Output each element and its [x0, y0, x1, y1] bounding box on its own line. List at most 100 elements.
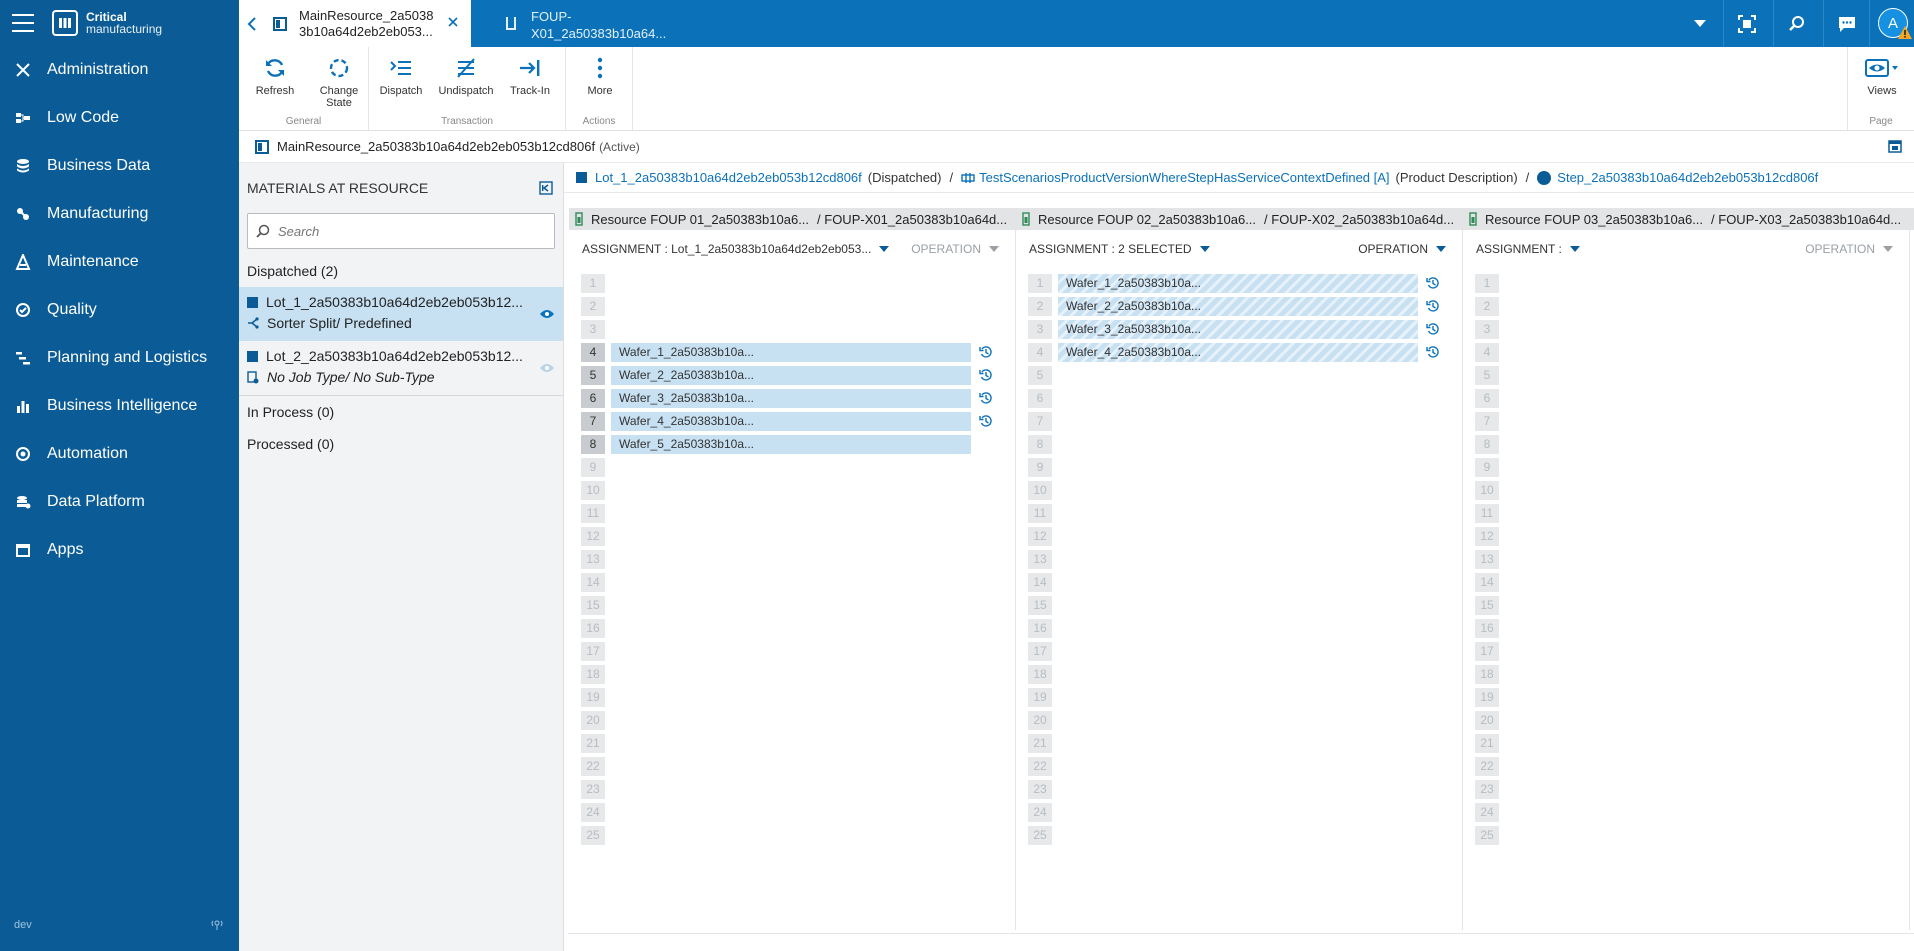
slot-number[interactable]: 21: [1028, 734, 1052, 753]
slot-number[interactable]: 18: [581, 665, 605, 684]
wafer-slot[interactable]: Wafer_1_2a50383b10a...: [1058, 274, 1418, 293]
history-icon[interactable]: [979, 368, 993, 382]
slot-number[interactable]: 17: [1028, 642, 1052, 661]
wafer-slot[interactable]: Wafer_2_2a50383b10a...: [1058, 297, 1418, 316]
slot-number[interactable]: 5: [1475, 366, 1499, 385]
operation-dropdown[interactable]: OPERATION: [1805, 242, 1893, 256]
slot-number[interactable]: 5: [1028, 366, 1052, 385]
slot-number[interactable]: 22: [1028, 757, 1052, 776]
slot-number[interactable]: 20: [1475, 711, 1499, 730]
wafer-slot[interactable]: Wafer_3_2a50383b10a...: [1058, 320, 1418, 339]
barcode-scanner-icon[interactable]: [1735, 12, 1759, 36]
wafer-slot[interactable]: Wafer_4_2a50383b10a...: [611, 412, 971, 431]
slot-number[interactable]: 6: [1475, 389, 1499, 408]
panel-layout-icon[interactable]: [1888, 140, 1902, 153]
slot-number[interactable]: 4: [1028, 343, 1052, 362]
slot-number[interactable]: 10: [581, 481, 605, 500]
sidebar-item-apps[interactable]: Apps: [0, 526, 239, 574]
history-icon[interactable]: [979, 391, 993, 405]
search-input[interactable]: [278, 223, 538, 239]
history-icon[interactable]: [1426, 276, 1440, 290]
slot-number[interactable]: 2: [581, 297, 605, 316]
slot-number[interactable]: 23: [1475, 780, 1499, 799]
wafer-slot[interactable]: Wafer_5_2a50383b10a...: [611, 435, 971, 454]
chat-icon[interactable]: [1835, 12, 1859, 36]
slot-number[interactable]: 18: [1475, 665, 1499, 684]
slot-number[interactable]: 21: [1475, 734, 1499, 753]
sidebar-item-manufacturing[interactable]: Manufacturing: [0, 190, 239, 238]
slot-number[interactable]: 24: [581, 803, 605, 822]
slot-number[interactable]: 17: [581, 642, 605, 661]
tab-main-resource[interactable]: MainResource_2a50383b10a64d2eb2eb053...: [239, 0, 471, 47]
slot-number[interactable]: 15: [581, 596, 605, 615]
slot-number[interactable]: 21: [581, 734, 605, 753]
eye-icon[interactable]: [539, 363, 555, 373]
resource-header[interactable]: Resource FOUP 02_2a50383b10a6... / FOUP-…: [1016, 208, 1463, 230]
slot-number[interactable]: 7: [1028, 412, 1052, 431]
dispatch-button[interactable]: Dispatch: [371, 55, 431, 97]
sidebar-item-automation[interactable]: Automation: [0, 430, 239, 478]
list-item[interactable]: Lot_2_2a50383b10a64d2eb2eb053b12... No J…: [239, 341, 563, 395]
slot-number[interactable]: 18: [1028, 665, 1052, 684]
slot-number[interactable]: 15: [1028, 596, 1052, 615]
wafer-slot[interactable]: Wafer_1_2a50383b10a...: [611, 343, 971, 362]
connection-icon[interactable]: [211, 919, 223, 931]
chevron-down-icon[interactable]: [879, 245, 890, 253]
slot-number[interactable]: 16: [1475, 619, 1499, 638]
operation-dropdown[interactable]: OPERATION: [911, 242, 999, 256]
slot-number[interactable]: 1: [1475, 274, 1499, 293]
change-state-button[interactable]: Change State: [309, 55, 369, 109]
section-dispatched[interactable]: Dispatched (2): [239, 255, 563, 287]
slot-number[interactable]: 20: [581, 711, 605, 730]
slot-number[interactable]: 23: [1028, 780, 1052, 799]
history-icon[interactable]: [1426, 322, 1440, 336]
sidebar-item-business-data[interactable]: Business Data: [0, 142, 239, 190]
sidebar-item-business-intelligence[interactable]: Business Intelligence: [0, 382, 239, 430]
resource-header[interactable]: Resource FOUP 01_2a50383b10a6... / FOUP-…: [569, 208, 1016, 230]
chevron-down-icon[interactable]: [1199, 245, 1210, 253]
sidebar-item-data-platform[interactable]: Data Platform: [0, 478, 239, 526]
slot-number[interactable]: 24: [1475, 803, 1499, 822]
slot-number[interactable]: 13: [1475, 550, 1499, 569]
slot-number[interactable]: 24: [1028, 803, 1052, 822]
close-icon[interactable]: [447, 16, 459, 28]
search-box[interactable]: [247, 213, 555, 249]
operation-dropdown[interactable]: OPERATION: [1358, 242, 1446, 256]
slot-number[interactable]: 2: [1475, 297, 1499, 316]
slot-number[interactable]: 25: [1475, 826, 1499, 845]
slot-number[interactable]: 16: [581, 619, 605, 638]
undispatch-button[interactable]: Undispatch: [436, 55, 496, 97]
slot-number[interactable]: 11: [1475, 504, 1499, 523]
slot-number[interactable]: 14: [1475, 573, 1499, 592]
slot-number[interactable]: 1: [1028, 274, 1052, 293]
section-in-process[interactable]: In Process (0): [239, 396, 563, 428]
section-processed[interactable]: Processed (0): [239, 428, 563, 460]
wafer-slot[interactable]: Wafer_3_2a50383b10a...: [611, 389, 971, 408]
wafer-slot[interactable]: Wafer_4_2a50383b10a...: [1058, 343, 1418, 362]
slot-number[interactable]: 12: [1028, 527, 1052, 546]
slot-number[interactable]: 16: [1028, 619, 1052, 638]
sidebar-item-quality[interactable]: Quality: [0, 286, 239, 334]
history-icon[interactable]: [979, 345, 993, 359]
search-icon[interactable]: [1785, 12, 1809, 36]
slot-number[interactable]: 25: [581, 826, 605, 845]
slot-number[interactable]: 8: [581, 435, 605, 454]
history-icon[interactable]: [1426, 345, 1440, 359]
sidebar-item-planning-and-logistics[interactable]: Planning and Logistics: [0, 334, 239, 382]
chevron-down-icon[interactable]: [1688, 12, 1712, 36]
sidebar-item-low-code[interactable]: Low Code: [0, 94, 239, 142]
slot-number[interactable]: 1: [581, 274, 605, 293]
slot-number[interactable]: 9: [581, 458, 605, 477]
slot-number[interactable]: 15: [1475, 596, 1499, 615]
product-link[interactable]: TestScenariosProductVersionWhereStepHasS…: [979, 170, 1389, 185]
wafer-slot[interactable]: Wafer_2_2a50383b10a...: [611, 366, 971, 385]
views-button[interactable]: Views: [1852, 55, 1912, 97]
eye-icon[interactable]: [539, 309, 555, 319]
chevron-down-icon[interactable]: [1569, 245, 1580, 253]
slot-number[interactable]: 4: [581, 343, 605, 362]
slot-number[interactable]: 7: [581, 412, 605, 431]
slot-number[interactable]: 20: [1028, 711, 1052, 730]
chevron-left-icon[interactable]: [247, 16, 257, 32]
slot-number[interactable]: 11: [581, 504, 605, 523]
slot-number[interactable]: 17: [1475, 642, 1499, 661]
